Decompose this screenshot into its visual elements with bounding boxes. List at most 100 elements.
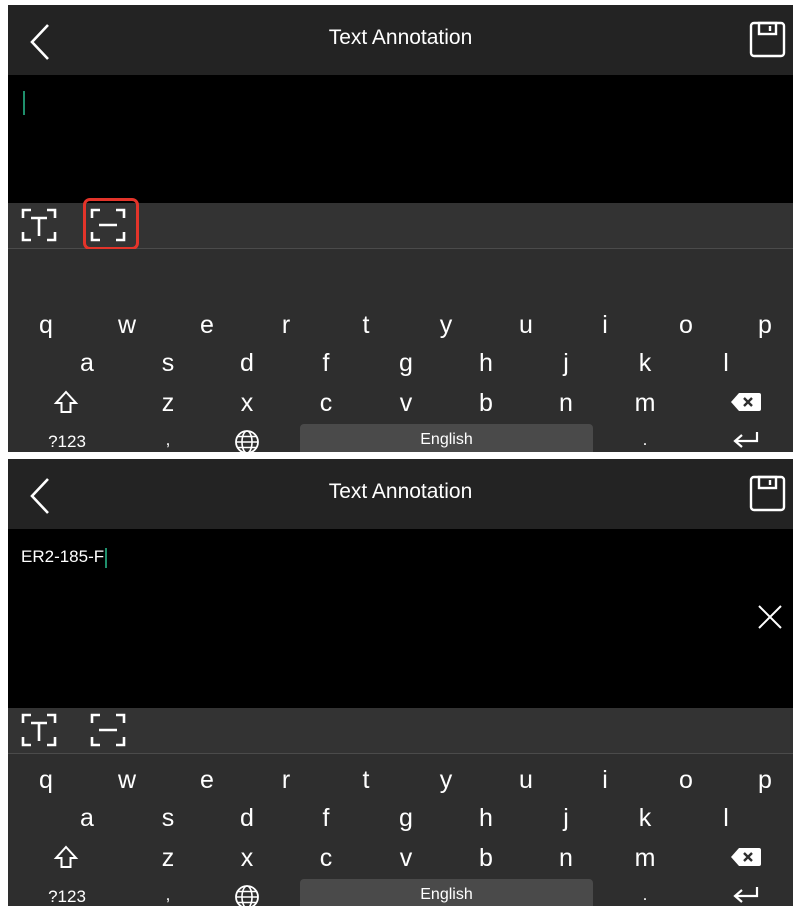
screen-2: Text Annotation ER2-185-F q w e r t y u … <box>8 459 793 906</box>
annotation-input[interactable]: ER2-185-F <box>8 529 793 708</box>
key-b[interactable]: b <box>466 844 506 873</box>
key-m[interactable]: m <box>625 389 665 418</box>
key-v[interactable]: v <box>386 389 426 418</box>
page-title: Text Annotation <box>328 26 473 49</box>
key-w[interactable]: w <box>107 766 147 795</box>
key-a[interactable]: a <box>67 804 107 833</box>
key-o[interactable]: o <box>666 311 706 340</box>
text-cursor <box>105 547 108 568</box>
key-z[interactable]: z <box>148 389 188 418</box>
key-l[interactable]: l <box>706 349 746 378</box>
enter-arrow-icon <box>733 432 759 448</box>
space-bar[interactable]: English <box>300 879 593 906</box>
scan-mode-bar <box>8 198 793 250</box>
enter-key[interactable] <box>726 430 766 450</box>
key-s[interactable]: s <box>148 804 188 833</box>
clear-button[interactable] <box>756 603 784 631</box>
key-t[interactable]: t <box>346 766 386 795</box>
key-f[interactable]: f <box>306 804 346 833</box>
key-p[interactable]: p <box>745 311 785 340</box>
key-i[interactable]: i <box>585 766 625 795</box>
key-m[interactable]: m <box>625 844 665 873</box>
key-g[interactable]: g <box>386 349 426 378</box>
key-f[interactable]: f <box>306 349 346 378</box>
key-t[interactable]: t <box>346 311 386 340</box>
line-scan-button[interactable] <box>88 710 134 752</box>
key-u[interactable]: u <box>506 766 546 795</box>
key-k[interactable]: k <box>625 349 665 378</box>
key-d[interactable]: d <box>227 349 267 378</box>
key-j[interactable]: j <box>546 804 586 833</box>
top-bar: Text Annotation <box>8 459 793 529</box>
shift-key[interactable] <box>46 389 86 415</box>
key-k[interactable]: k <box>625 804 665 833</box>
top-bar: Text Annotation <box>8 5 793 75</box>
text-scan-icon <box>21 713 57 747</box>
key-l[interactable]: l <box>706 804 746 833</box>
key-s[interactable]: s <box>148 349 188 378</box>
key-c[interactable]: c <box>306 389 346 418</box>
globe-icon <box>235 430 259 452</box>
language-key[interactable] <box>227 884 267 906</box>
floppy-save-icon <box>749 475 786 512</box>
line-scan-icon <box>90 208 126 242</box>
period-key[interactable]: . <box>625 430 665 450</box>
annotation-input[interactable] <box>8 75 793 203</box>
save-button[interactable] <box>749 20 787 60</box>
key-e[interactable]: e <box>187 311 227 340</box>
page-title: Text Annotation <box>328 480 473 503</box>
line-scan-icon <box>90 713 126 747</box>
enter-arrow-icon <box>733 887 759 903</box>
language-key[interactable] <box>227 429 267 452</box>
text-scan-button[interactable] <box>19 205 65 247</box>
key-r[interactable]: r <box>266 311 306 340</box>
globe-icon <box>235 885 259 906</box>
key-q[interactable]: q <box>26 766 66 795</box>
symbols-key[interactable]: ?123 <box>47 887 87 906</box>
text-scan-button[interactable] <box>19 710 65 752</box>
key-n[interactable]: n <box>546 844 586 873</box>
key-w[interactable]: w <box>107 311 147 340</box>
text-scan-icon <box>21 208 57 242</box>
key-u[interactable]: u <box>506 311 546 340</box>
line-scan-button[interactable] <box>88 205 134 247</box>
suggestion-strip <box>8 249 793 299</box>
key-a[interactable]: a <box>67 349 107 378</box>
key-i[interactable]: i <box>585 311 625 340</box>
key-y[interactable]: y <box>426 766 466 795</box>
key-x[interactable]: x <box>227 844 267 873</box>
key-c[interactable]: c <box>306 844 346 873</box>
key-x[interactable]: x <box>227 389 267 418</box>
backspace-key[interactable] <box>726 846 766 868</box>
key-n[interactable]: n <box>546 389 586 418</box>
key-p[interactable]: p <box>745 766 785 795</box>
shift-arrow-icon <box>53 390 79 413</box>
key-v[interactable]: v <box>386 844 426 873</box>
key-y[interactable]: y <box>426 311 466 340</box>
scan-mode-bar <box>8 708 793 754</box>
comma-key[interactable]: , <box>148 885 188 905</box>
enter-key[interactable] <box>726 885 766 905</box>
key-r[interactable]: r <box>266 766 306 795</box>
key-g[interactable]: g <box>386 804 426 833</box>
key-z[interactable]: z <box>148 844 188 873</box>
backspace-icon <box>731 848 761 866</box>
backspace-icon <box>731 393 761 411</box>
key-b[interactable]: b <box>466 389 506 418</box>
key-j[interactable]: j <box>546 349 586 378</box>
key-h[interactable]: h <box>466 349 506 378</box>
key-o[interactable]: o <box>666 766 706 795</box>
backspace-key[interactable] <box>726 391 766 413</box>
key-q[interactable]: q <box>26 311 66 340</box>
comma-key[interactable]: , <box>148 430 188 450</box>
keyboard: q w e r t y u i o p a s d f g h j k l z … <box>8 754 793 906</box>
symbols-key[interactable]: ?123 <box>47 432 87 452</box>
shift-key[interactable] <box>46 844 86 870</box>
key-d[interactable]: d <box>227 804 267 833</box>
period-key[interactable]: . <box>625 885 665 905</box>
text-cursor <box>23 91 25 115</box>
key-e[interactable]: e <box>187 766 227 795</box>
key-h[interactable]: h <box>466 804 506 833</box>
save-button[interactable] <box>749 474 787 514</box>
space-bar[interactable]: English <box>300 424 593 452</box>
